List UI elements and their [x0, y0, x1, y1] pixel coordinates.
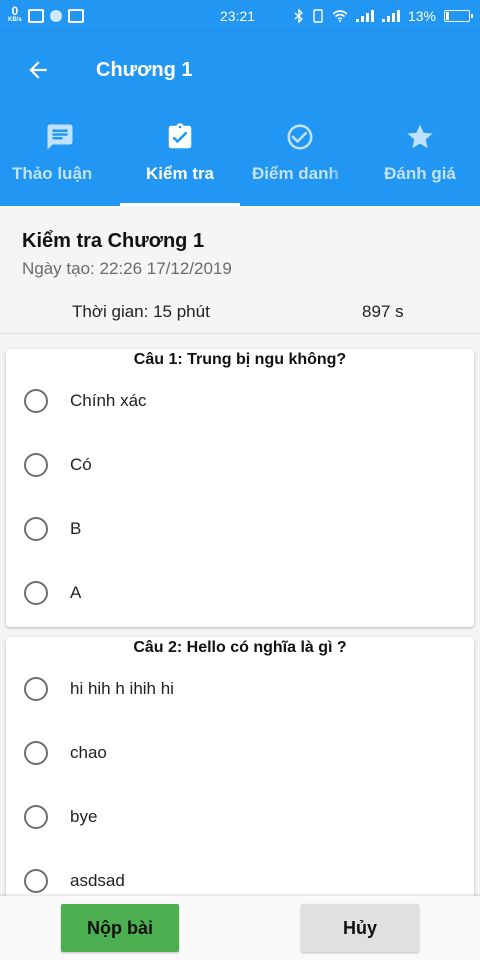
wifi-icon	[332, 10, 348, 22]
radio-button[interactable]	[24, 581, 48, 605]
radio-button[interactable]	[24, 389, 48, 413]
gallery-icon	[27, 9, 44, 23]
battery-icon	[444, 10, 473, 22]
status-time: 23:21	[220, 8, 256, 24]
radio-button[interactable]	[24, 869, 48, 893]
signal-2-icon	[381, 10, 400, 22]
answer-option[interactable]: hi hih h ihih hi	[6, 657, 474, 721]
status-bar: 0 KB/s 23:21 13%	[0, 0, 480, 32]
tab-rating-label: Đánh giá	[384, 164, 456, 183]
time-limit-label: Thời gian: 15 phút	[72, 302, 210, 321]
answer-option[interactable]: B	[6, 497, 474, 561]
radio-button[interactable]	[24, 517, 48, 541]
answer-label: asdsad	[70, 871, 125, 890]
signal-1-icon	[355, 10, 374, 22]
star-icon	[407, 124, 433, 149]
answer-option[interactable]: Chính xác	[6, 369, 474, 433]
tab-rating[interactable]: Đánh giá	[360, 108, 480, 206]
bottom-action-bar: Nộp bài Hủy	[0, 896, 480, 960]
tab-attendance[interactable]: Điểm danh	[240, 108, 360, 206]
time-remaining: 897 s	[362, 302, 404, 321]
question-title: Câu 1: Trung bị ngu không?	[133, 351, 347, 368]
tab-bar: Thảo luận Kiểm tra Điểm danh Đánh giá	[0, 108, 480, 206]
battery-percent: 13%	[407, 8, 436, 24]
radio-button[interactable]	[24, 805, 48, 829]
notification-dot-icon	[49, 10, 62, 22]
answer-label: chao	[70, 743, 107, 762]
answer-option[interactable]: chao	[6, 721, 474, 785]
answer-label: A	[70, 583, 82, 602]
chat-icon	[47, 124, 73, 150]
clipboard-check-icon	[168, 123, 192, 149]
answer-label: Chính xác	[70, 391, 147, 410]
answer-label: Có	[70, 455, 92, 474]
radio-button[interactable]	[24, 741, 48, 765]
network-speed-unit: KB/s	[8, 17, 22, 23]
app-notification-icon	[67, 9, 84, 23]
question-card: Câu 1: Trung bị ngu không? Chính xác Có …	[6, 349, 474, 627]
vibrate-icon	[313, 9, 323, 23]
answer-label: B	[70, 519, 82, 538]
bluetooth-icon	[294, 9, 303, 23]
cancel-button[interactable]: Hủy	[301, 904, 419, 952]
answer-option[interactable]: Có	[6, 433, 474, 497]
network-speed-value: 0	[11, 4, 19, 18]
tab-discussion-label: Thảo luận	[12, 164, 93, 183]
question-title: Câu 2: Hello có nghĩa là gì ?	[133, 639, 347, 656]
tab-quiz[interactable]: Kiểm tra	[120, 108, 240, 206]
radio-button[interactable]	[24, 453, 48, 477]
quiz-title: Kiểm tra Chương 1	[22, 230, 205, 252]
app-bar: Chương 1 Thảo luận Kiểm tra Điểm danh Đá…	[0, 32, 480, 206]
quiz-created-date: Ngày tạo: 22:26 17/12/2019	[22, 259, 232, 278]
network-speed: 0 KB/s	[8, 4, 22, 25]
title-bar: Chương 1	[0, 32, 480, 108]
back-button[interactable]	[20, 52, 56, 88]
answer-label: hi hih h ihih hi	[70, 679, 174, 698]
answer-option[interactable]: A	[6, 561, 474, 625]
page-title: Chương 1	[96, 58, 193, 81]
tab-quiz-label: Kiểm tra	[145, 164, 215, 183]
arrow-left-icon	[29, 61, 47, 79]
question-card: Câu 2: Hello có nghĩa là gì ? hi hih h i…	[6, 637, 474, 927]
submit-button[interactable]: Nộp bài	[61, 904, 179, 952]
answer-option[interactable]: bye	[6, 785, 474, 849]
radio-button[interactable]	[24, 677, 48, 701]
tab-attendance-label: Điểm danh	[252, 164, 339, 183]
battery-fill	[446, 12, 449, 20]
tab-discussion[interactable]: Thảo luận	[0, 108, 120, 206]
check-circle-icon	[287, 124, 313, 150]
quiz-info: Kiểm tra Chương 1 Ngày tạo: 22:26 17/12/…	[0, 206, 480, 334]
answer-label: bye	[70, 807, 98, 826]
